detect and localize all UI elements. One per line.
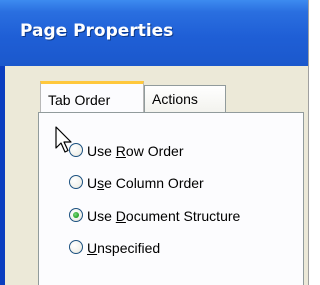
tab-tab-order[interactable]: Tab Order [40, 81, 144, 112]
radio-label-row-order: Use Row Order [87, 143, 184, 159]
radio-button-unspecified[interactable] [69, 240, 83, 254]
window-frame-left [0, 66, 5, 285]
radio-label-column-order: Use Column Order [87, 175, 204, 191]
radio-button-document-structure[interactable] [69, 208, 83, 222]
radio-label-unspecified: Unspecified [87, 240, 161, 256]
radio-label-document-structure: Use Document Structure [87, 208, 241, 224]
tab-actions[interactable]: Actions [144, 85, 226, 112]
mouse-pointer-arrow-icon [55, 126, 72, 153]
radio-button-column-order[interactable] [69, 175, 83, 189]
tab-order-panel [38, 112, 304, 285]
title-bar[interactable]: Page Properties [0, 0, 308, 66]
tab-actions-label: Actions [152, 91, 198, 107]
window-title: Page Properties [20, 21, 174, 41]
radio-selected-dot [73, 212, 79, 218]
tab-tab-order-label: Tab Order [48, 92, 111, 108]
